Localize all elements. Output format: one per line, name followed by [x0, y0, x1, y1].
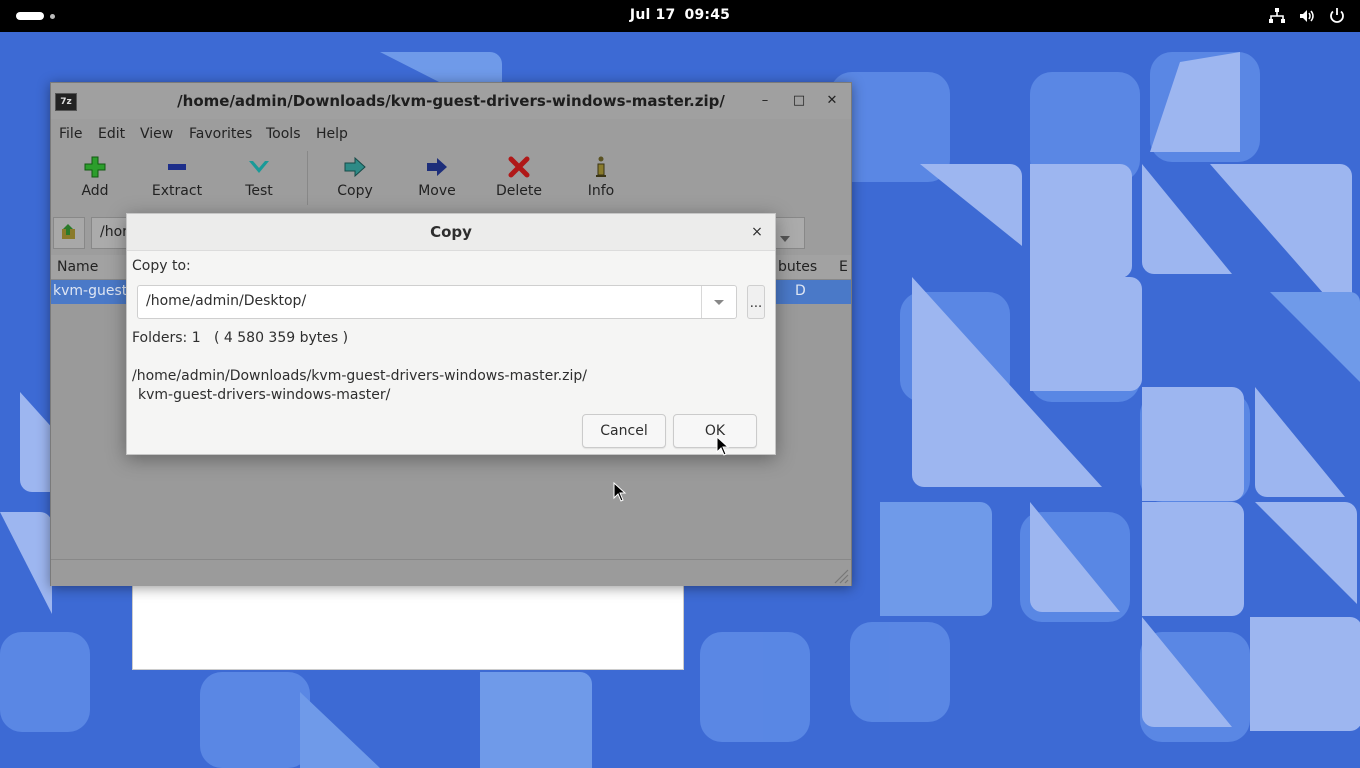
clock-time: 09:45 [684, 7, 731, 23]
destination-input[interactable]: /home/admin/Desktop/ [146, 293, 306, 309]
copy-dialog-titlebar[interactable]: Copy × [127, 214, 775, 251]
source-path: /home/admin/Downloads/kvm-guest-drivers-… [132, 368, 587, 384]
add-label: Add [81, 183, 109, 199]
clock-date: Jul 17 [629, 7, 676, 23]
copy-dialog-title: Copy [430, 223, 472, 241]
menu-tools[interactable]: Tools [266, 126, 301, 142]
maximize-button[interactable]: □ [789, 91, 809, 111]
column-attributes[interactable]: butes [778, 259, 817, 275]
extract-icon [168, 164, 186, 170]
folder-info: Folders: 1 ( 4 580 359 bytes ) [132, 330, 349, 346]
add-button[interactable]: Add [59, 155, 131, 199]
network-icon[interactable] [1268, 7, 1286, 25]
system-tray[interactable] [1268, 7, 1346, 25]
move-label: Move [418, 183, 456, 199]
info-label: Info [587, 183, 615, 199]
extract-button[interactable]: Extract [141, 155, 213, 199]
cancel-button[interactable]: Cancel [582, 414, 666, 448]
mouse-pointer-icon [613, 482, 627, 502]
chevron-down-icon [714, 300, 724, 305]
browse-button[interactable]: ... [747, 285, 765, 319]
info-button[interactable]: Info [565, 155, 637, 199]
archive-window-titlebar[interactable]: 7z /home/admin/Downloads/kvm-guest-drive… [51, 83, 851, 119]
move-icon [427, 158, 447, 176]
column-extra[interactable]: E [839, 259, 848, 275]
copy-button[interactable]: Copy [319, 155, 391, 199]
top-bar: Jul 17 09:45 [0, 0, 1360, 32]
folder-up-icon [62, 224, 75, 239]
test-button[interactable]: Test [223, 155, 295, 199]
parent-folder-button[interactable] [53, 217, 85, 249]
delete-icon [508, 156, 530, 178]
menu-favorites[interactable]: Favorites [189, 126, 252, 142]
menu-help[interactable]: Help [316, 126, 348, 142]
close-button[interactable]: ✕ [822, 91, 842, 111]
power-icon[interactable] [1328, 7, 1346, 25]
source-item: kvm-guest-drivers-windows-master/ [138, 387, 391, 403]
dialog-close-button[interactable]: × [747, 222, 767, 242]
test-icon [249, 161, 269, 173]
test-label: Test [245, 183, 273, 199]
menu-file[interactable]: File [59, 126, 82, 142]
move-button[interactable]: Move [401, 155, 473, 199]
extract-label: Extract [151, 183, 203, 199]
toolbar: Add Extract Test Copy Move Delete Info [51, 147, 851, 211]
delete-button[interactable]: Delete [483, 155, 555, 199]
volume-icon[interactable] [1298, 7, 1316, 25]
archive-window-title: /home/admin/Downloads/kvm-guest-drivers-… [177, 92, 725, 110]
destination-dropdown-button[interactable] [701, 286, 736, 318]
status-bar [51, 559, 851, 586]
resize-grip-icon[interactable] [831, 566, 849, 584]
menu-bar: File Edit View Favorites Tools Help [51, 119, 851, 147]
copy-icon [344, 156, 366, 178]
info-icon [596, 156, 606, 177]
row-attributes: D [795, 283, 806, 299]
menu-view[interactable]: View [140, 126, 173, 142]
column-name[interactable]: Name [57, 259, 98, 275]
add-icon [84, 156, 106, 178]
row-name: kvm-guest- [53, 283, 133, 299]
clock[interactable]: Jul 17 09:45 [0, 7, 1360, 23]
mouse-pointer-icon [716, 436, 730, 456]
copy-to-label: Copy to: [132, 258, 191, 274]
delete-label: Delete [496, 183, 542, 199]
minimize-button[interactable]: – [755, 91, 775, 111]
copy-dialog: Copy × Copy to: /home/admin/Desktop/ ...… [126, 213, 776, 455]
toolbar-separator [307, 151, 308, 205]
ok-button[interactable]: OK [673, 414, 757, 448]
menu-edit[interactable]: Edit [98, 126, 125, 142]
destination-combobox[interactable]: /home/admin/Desktop/ [137, 285, 737, 319]
copy-label: Copy [337, 183, 373, 199]
